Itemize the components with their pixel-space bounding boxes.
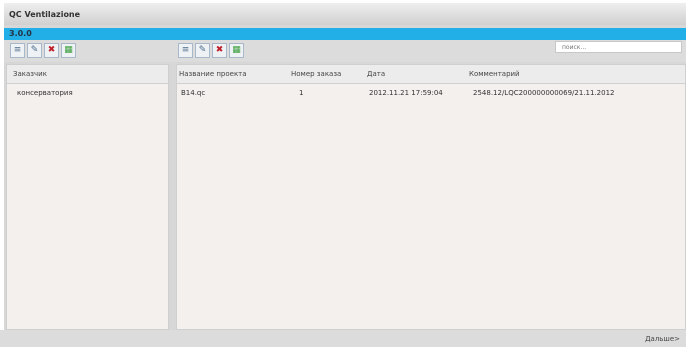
delete-button[interactable]: ✖	[212, 43, 227, 58]
excel-button[interactable]: ▦	[61, 43, 76, 58]
column-header-client[interactable]: Заказчик	[13, 70, 47, 78]
excel-icon: ▦	[64, 45, 73, 55]
app-title: QC Ventilazione	[9, 10, 81, 19]
title-bar: QC Ventilazione	[4, 3, 686, 25]
next-link[interactable]: Дальше>	[645, 335, 680, 343]
projects-panel: Название проекта Номер заказа Дата Комме…	[176, 64, 686, 330]
app-version: 3.0.0	[9, 29, 32, 38]
delete-icon: ✖	[47, 45, 56, 55]
right-toolbar: ≡ ✎ ✖ ▦	[178, 43, 244, 59]
cell-project-name: B14.qc	[181, 89, 206, 97]
version-bar: 3.0.0	[4, 28, 686, 40]
list-icon: ≡	[181, 45, 190, 55]
delete-button[interactable]: ✖	[44, 43, 59, 58]
excel-button[interactable]: ▦	[229, 43, 244, 58]
left-toolbar: ≡ ✎ ✖ ▦	[10, 43, 76, 59]
cell-order-number: 1	[299, 89, 304, 97]
cell-comment: 2548.12/LQC200000000069/21.11.2012	[473, 89, 615, 97]
list-icon: ≡	[13, 45, 22, 55]
column-header-date[interactable]: Дата	[367, 70, 385, 78]
search-input[interactable]	[555, 41, 682, 53]
edit-icon: ✎	[30, 45, 39, 55]
column-header-comment[interactable]: Комментарий	[469, 70, 520, 78]
delete-icon: ✖	[215, 45, 224, 55]
clients-panel: Заказчик консерватория	[6, 64, 169, 330]
edit-icon: ✎	[198, 45, 207, 55]
column-header-project-name[interactable]: Название проекта	[179, 70, 247, 78]
list-button[interactable]: ≡	[10, 43, 25, 58]
edit-button[interactable]: ✎	[195, 43, 210, 58]
cell-date: 2012.11.21 17:59:04	[369, 89, 443, 97]
clients-header: Заказчик	[7, 65, 168, 84]
status-bar: Дальше>	[0, 330, 686, 347]
projects-header: Название проекта Номер заказа Дата Комме…	[177, 65, 685, 84]
column-header-order-number[interactable]: Номер заказа	[291, 70, 341, 78]
list-button[interactable]: ≡	[178, 43, 193, 58]
edit-button[interactable]: ✎	[27, 43, 42, 58]
excel-icon: ▦	[232, 45, 241, 55]
list-item[interactable]: консерватория	[17, 89, 73, 97]
